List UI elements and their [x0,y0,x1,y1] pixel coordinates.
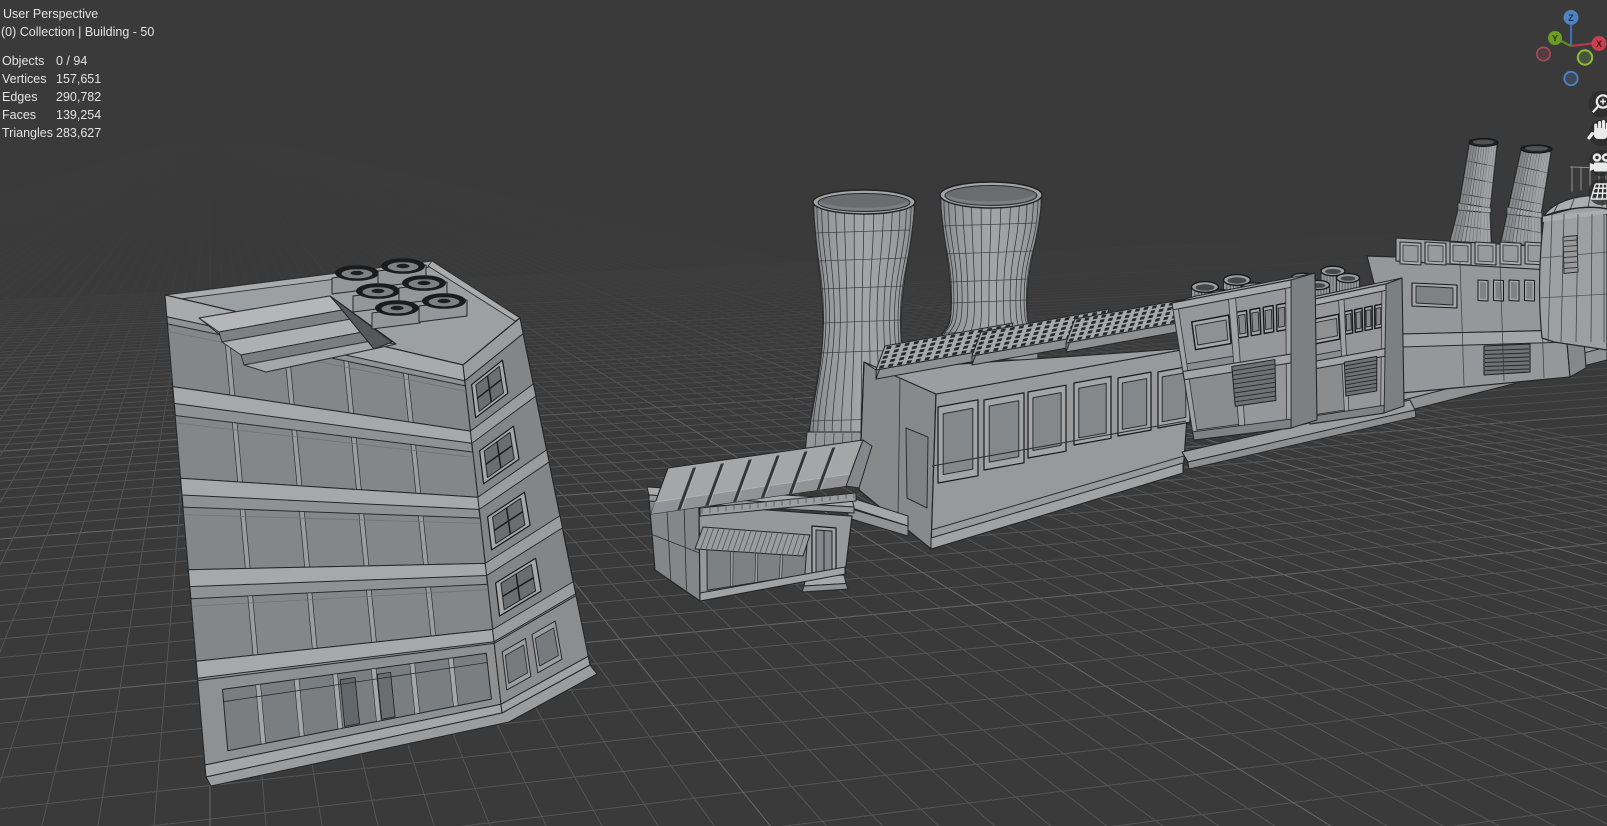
svg-text:139,254: 139,254 [56,108,101,122]
svg-text:Faces: Faces [2,108,36,122]
svg-text:Objects: Objects [2,54,44,68]
svg-text:(0) Collection | Building - 50: (0) Collection | Building - 50 [1,25,154,39]
svg-text:Edges: Edges [2,90,37,104]
svg-text:X: X [1596,39,1602,49]
svg-text:Triangles: Triangles [2,126,53,140]
svg-text:157,651: 157,651 [56,72,101,86]
svg-text:Z: Z [1568,13,1574,23]
svg-text:0 / 94: 0 / 94 [56,54,87,68]
svg-text:Vertices: Vertices [2,72,46,86]
svg-text:Y: Y [1552,34,1558,44]
svg-text:283,627: 283,627 [56,126,101,140]
svg-text:User Perspective: User Perspective [3,7,98,21]
svg-text:290,782: 290,782 [56,90,101,104]
